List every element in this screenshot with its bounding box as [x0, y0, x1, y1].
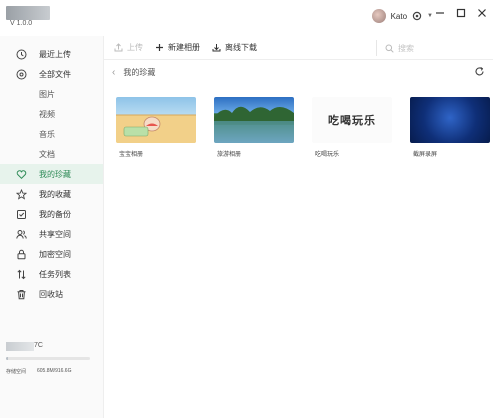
sidebar-item-label: 加密空间: [39, 249, 71, 259]
storage-progress-fill: [6, 357, 8, 360]
storage-value: 605.8M/916.6G: [37, 368, 72, 374]
storage-account-suffix: 7C: [34, 342, 43, 349]
sidebar-item-label: 全部文件: [39, 69, 71, 79]
sidebar-item-my-favorites[interactable]: 我的收藏: [0, 184, 103, 204]
back-arrow-icon[interactable]: ‹: [112, 67, 115, 78]
sidebar-item-label: 视频: [39, 109, 55, 119]
breadcrumb: ‹ 我的珍藏: [104, 60, 493, 84]
folder-icon: [16, 69, 27, 80]
lock-icon: [16, 249, 27, 260]
album-cover-text: 吃喝玩乐: [328, 114, 376, 127]
sidebar-item-recycle-bin[interactable]: 回收站: [0, 284, 103, 304]
transfer-icon: [16, 269, 27, 280]
sidebar-item-shared-space[interactable]: 共享空间: [0, 224, 103, 244]
avatar[interactable]: [371, 9, 386, 23]
upload-button[interactable]: 上传: [114, 38, 143, 58]
sidebar-item-label: 任务列表: [39, 269, 71, 279]
storage-account-block: [6, 342, 34, 351]
album-cover-baby: [116, 97, 196, 143]
download-icon: [212, 44, 221, 52]
trash-icon: [16, 289, 27, 300]
sidebar-nav: 最近上传 全部文件 图片 视频 音乐 文档 我的珍藏 我的收藏 我的备份 共享空…: [0, 36, 103, 304]
minimize-icon[interactable]: [435, 7, 445, 19]
star-icon: [16, 188, 27, 200]
search-box[interactable]: [376, 40, 486, 56]
sidebar-item-label: 我的备份: [39, 209, 71, 219]
sidebar-item-my-treasures[interactable]: 我的珍藏: [0, 164, 103, 184]
close-icon[interactable]: [477, 7, 487, 19]
app-version: V 1.0.0: [10, 20, 33, 27]
sidebar-item-label: 我的珍藏: [39, 169, 71, 179]
sidebar-item-documents[interactable]: 文档: [0, 144, 103, 164]
toolbar: 上传 新建相册 离线下载: [104, 36, 493, 60]
maximize-icon[interactable]: [456, 7, 466, 19]
new-album-label: 新建相册: [168, 43, 200, 52]
plus-icon: [156, 44, 163, 51]
title-bar: V 1.0.0 Kato ▼: [0, 0, 493, 36]
offline-download-button[interactable]: 离线下载: [212, 38, 257, 58]
upload-label: 上传: [127, 43, 143, 52]
sidebar-item-label: 最近上传: [39, 49, 71, 59]
sidebar-item-images[interactable]: 图片: [0, 84, 103, 104]
sidebar: 最近上传 全部文件 图片 视频 音乐 文档 我的珍藏 我的收藏 我的备份 共享空…: [0, 36, 104, 418]
album-cover-travel: [214, 97, 294, 143]
album-name: 宝宝相册: [119, 152, 144, 158]
sidebar-item-label: 文档: [39, 149, 55, 159]
app-logo: [6, 6, 50, 20]
sidebar-item-task-list[interactable]: 任务列表: [0, 264, 103, 284]
search-icon: [385, 44, 394, 53]
breadcrumb-current: 我的珍藏: [123, 67, 156, 77]
sidebar-item-recent-uploads[interactable]: 最近上传: [0, 44, 103, 64]
album-card-food-fun[interactable]: 吃喝玩乐 吃喝玩乐: [312, 97, 392, 158]
sidebar-item-music[interactable]: 音乐: [0, 124, 103, 144]
album-card-screenshots[interactable]: 截屏录屏: [410, 97, 490, 158]
upload-icon: [114, 43, 123, 52]
window-controls: [435, 7, 487, 19]
sidebar-item-label: 我的收藏: [39, 189, 71, 199]
album-name: 截屏录屏: [413, 152, 438, 158]
offline-download-label: 离线下载: [225, 43, 257, 52]
album-name: 吃喝玩乐: [315, 152, 340, 158]
refresh-icon[interactable]: [474, 66, 485, 79]
chevron-down-icon[interactable]: ▼: [427, 13, 433, 19]
new-album-button[interactable]: 新建相册: [155, 38, 200, 58]
sidebar-item-my-backups[interactable]: 我的备份: [0, 204, 103, 224]
storage-progress-bar: [6, 357, 90, 360]
sidebar-item-videos[interactable]: 视频: [0, 104, 103, 124]
clock-icon: [16, 49, 27, 60]
heart-icon: [16, 169, 27, 180]
sidebar-item-label: 共享空间: [39, 229, 71, 239]
album-card-baby[interactable]: 宝宝相册: [116, 97, 196, 158]
user-area[interactable]: Kato ▼: [371, 9, 433, 23]
share-users-icon: [16, 229, 27, 240]
settings-icon[interactable]: [412, 11, 422, 21]
username[interactable]: Kato: [391, 12, 407, 21]
album-name: 旅游相册: [217, 152, 242, 158]
sidebar-item-label: 回收站: [39, 289, 63, 299]
storage-label: 存储空间: [6, 369, 27, 375]
search-input[interactable]: [398, 43, 478, 53]
album-grid: 宝宝相册 旅游相册 吃喝玩乐 吃喝玩乐 截屏录屏: [116, 97, 490, 158]
album-card-travel[interactable]: 旅游相册: [214, 97, 294, 158]
backup-icon: [16, 209, 27, 220]
sidebar-item-all-files[interactable]: 全部文件: [0, 64, 103, 84]
sidebar-item-encrypted-space[interactable]: 加密空间: [0, 244, 103, 264]
album-cover-screenshots: [410, 97, 490, 143]
sidebar-item-label: 音乐: [39, 129, 55, 139]
sidebar-item-label: 图片: [39, 89, 55, 99]
album-cover-food-fun: 吃喝玩乐: [312, 97, 392, 143]
